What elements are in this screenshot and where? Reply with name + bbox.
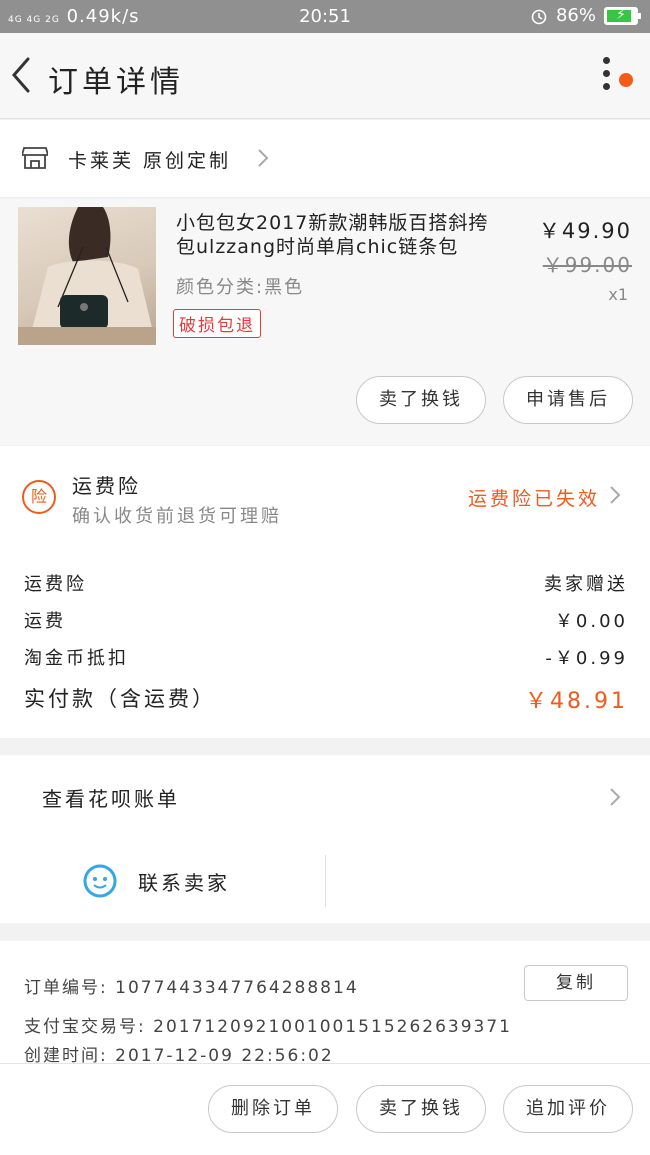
product-title[interactable]: 小包包女2017新款潮韩版百搭斜挎 包ulzzang时尚单肩chic链条包 [176,211,528,259]
insurance-title: 运费险 [72,474,141,498]
delete-order-button[interactable]: 删除订单 [208,1085,338,1133]
product-photo [18,207,156,345]
alipay-trade-number: 支付宝交易号: 2017120921001001515262639371 [24,1017,512,1037]
watermark [534,1086,650,1152]
store-row[interactable]: 卡莱芙 原创定制 [0,120,650,198]
insurance-status[interactable]: 运费险已失效 [468,484,600,511]
after-sale-button[interactable]: 申请售后 [503,376,633,424]
product-title-line2: 包ulzzang时尚单肩chic链条包 [176,236,459,258]
contact-seller-button[interactable]: 联系卖家 [138,867,230,896]
product-price: ￥49.90 [538,219,632,243]
more-vertical-icon[interactable] [594,57,618,97]
huabei-section: 查看花呗账单 联系卖家 [0,755,650,923]
product-quantity: x1 [608,285,628,304]
insurance-description: 确认收货前退货可理赔 [72,506,282,527]
fee-row-coins: 淘金币抵扣 -￥0.99 [24,644,628,674]
fee-row-shipping: 运费 ￥0.00 [24,607,628,637]
total-row: 实付款（含运费） ￥48.91 [24,683,628,714]
product-image[interactable] [18,207,156,345]
divider [325,855,326,907]
damage-return-tag: 破损包退 [173,309,261,338]
product-original-price: ￥99.00 [542,253,632,277]
product-sku: 颜色分类:黑色 [176,277,305,298]
status-right: 86% ⚡ [530,5,641,26]
huabei-bill-link[interactable]: 查看花呗账单 [42,783,180,812]
fee-value: ￥0.00 [554,611,628,632]
copy-button[interactable]: 复制 [524,965,628,1001]
chat-bubble-icon[interactable] [82,863,118,899]
fee-label: 淘金币抵扣 [24,648,129,669]
fee-value: 卖家赠送 [544,574,628,595]
alarm-icon [531,9,547,24]
chevron-right-icon[interactable] [608,484,622,506]
chevron-left-icon[interactable] [6,55,36,95]
product-title-line1: 小包包女2017新款潮韩版百搭斜挎 [176,212,489,234]
nav-bar: 订单详情 [0,33,650,119]
store-name: 卡莱芙 原创定制 [68,150,232,172]
battery-icon: ⚡ [604,6,641,25]
total-label: 实付款（含运费） [24,687,216,711]
charging-icon: ⚡ [616,6,626,23]
total-value: ￥48.91 [525,689,628,714]
shop-icon [22,147,48,169]
product-card[interactable]: 小包包女2017新款潮韩版百搭斜挎 包ulzzang时尚单肩chic链条包 ￥4… [0,199,650,445]
insurance-icon: 险 [22,480,56,514]
page-title: 订单详情 [48,65,184,100]
insurance-section: 险 运费险 确认收货前退货可理赔 运费险已失效 运费险 卖家赠送 运费 ￥0.0… [0,446,650,738]
sell-button[interactable]: 卖了换钱 [356,1085,486,1133]
fee-value: -￥0.99 [545,648,628,669]
chevron-right-icon[interactable] [608,786,622,808]
chevron-right-icon [258,149,269,167]
notification-dot [619,73,633,87]
fee-row-insurance: 运费险 卖家赠送 [24,570,628,600]
sell-button[interactable]: 卖了换钱 [356,376,486,424]
fee-label: 运费险 [24,574,87,595]
battery-percent: 86% [555,5,596,26]
order-number: 订单编号: 1077443347764288814 [24,978,359,998]
status-bar: 4G 4G 2G 0.49k/s 20:51 86% ⚡ [0,0,650,33]
fee-label: 运费 [24,611,66,632]
